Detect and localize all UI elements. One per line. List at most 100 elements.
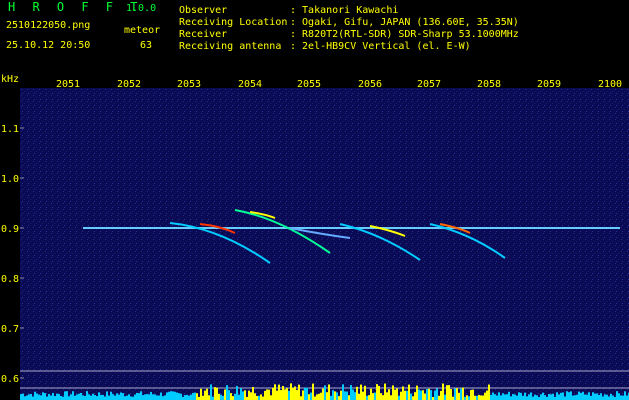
level-bar	[152, 394, 154, 400]
level-bar	[194, 392, 196, 400]
level-bar	[160, 392, 162, 400]
level-bar	[208, 395, 210, 400]
level-bar	[46, 396, 48, 400]
level-bar	[50, 395, 52, 400]
level-bar	[522, 395, 524, 400]
level-bar	[124, 396, 126, 400]
level-bar	[236, 385, 238, 400]
level-bar	[492, 392, 494, 400]
level-bar	[242, 391, 244, 400]
level-bar	[146, 394, 148, 400]
level-bar	[238, 394, 240, 400]
level-bar	[34, 391, 36, 400]
level-bar	[206, 388, 208, 400]
level-bar	[590, 395, 592, 400]
event-count: 63	[140, 40, 153, 51]
level-bar	[578, 391, 580, 400]
level-bar	[228, 390, 230, 400]
level-bar	[316, 394, 318, 400]
level-bar	[556, 392, 558, 400]
level-bar	[400, 391, 402, 400]
level-bar	[318, 393, 320, 400]
info-label-receiver: Receiver	[179, 29, 228, 40]
level-bar	[362, 391, 364, 400]
level-bar	[466, 395, 468, 400]
level-bar	[472, 389, 474, 400]
level-bar	[558, 394, 560, 400]
level-bar	[292, 387, 294, 400]
spectrogram-background	[20, 88, 629, 400]
level-bar	[136, 392, 138, 400]
spectrogram	[20, 88, 629, 400]
level-bar	[440, 390, 442, 400]
level-bar	[108, 395, 110, 400]
y-tick-label: 0.9	[1, 224, 20, 235]
level-bar	[398, 395, 400, 400]
level-bar	[118, 394, 120, 400]
level-bar	[422, 390, 424, 400]
level-bar	[22, 393, 24, 400]
y-tick-label: 0.8	[1, 274, 20, 285]
level-bar	[150, 391, 152, 400]
level-bar	[536, 395, 538, 400]
level-bar	[430, 390, 432, 400]
level-bar	[98, 392, 100, 400]
level-bar	[446, 385, 448, 400]
level-bar	[364, 385, 366, 400]
level-bar	[344, 391, 346, 400]
level-bar	[460, 388, 462, 400]
level-bar	[40, 395, 42, 400]
level-bar	[234, 393, 236, 400]
level-bar	[68, 396, 70, 400]
level-bar	[598, 394, 600, 400]
level-bar	[384, 383, 386, 400]
level-bar	[580, 392, 582, 400]
event-type: meteor	[124, 25, 161, 36]
level-bar	[516, 395, 518, 400]
level-bar	[416, 385, 418, 400]
level-bar	[204, 390, 206, 400]
level-bar	[264, 390, 266, 400]
level-bar	[26, 395, 28, 400]
level-bar	[616, 391, 618, 400]
info-value-antenna: : 2el-HB9CV Vertical (el. E-W)	[290, 41, 471, 52]
level-bar	[494, 394, 496, 400]
y-tick-label: 0.6	[1, 374, 20, 385]
level-bar	[276, 390, 278, 400]
level-bar	[326, 392, 328, 400]
level-bar	[584, 394, 586, 400]
level-bar	[130, 396, 132, 400]
level-bar	[184, 395, 186, 400]
level-bar	[450, 389, 452, 400]
level-bar	[610, 393, 612, 400]
level-bar	[588, 392, 590, 400]
level-bar	[484, 392, 486, 400]
level-bar	[28, 394, 30, 400]
level-bar	[106, 391, 108, 400]
level-bar	[78, 393, 80, 400]
level-bar	[186, 394, 188, 400]
info-value-location: : Ogaki, Gifu, JAPAN (136.60E, 35.35N)	[290, 17, 519, 28]
level-bar	[542, 392, 544, 400]
level-bar	[496, 395, 498, 400]
level-bar	[70, 394, 72, 400]
level-bar	[178, 393, 180, 400]
level-bar	[528, 394, 530, 400]
level-bar	[188, 395, 190, 400]
y-axis-unit: kHz	[1, 74, 20, 85]
level-bar	[64, 391, 66, 400]
level-bar	[502, 393, 504, 400]
level-bar	[444, 394, 446, 400]
level-bar	[328, 384, 330, 400]
level-bar	[352, 389, 354, 400]
level-bar	[102, 394, 104, 400]
level-bar	[48, 394, 50, 400]
level-bar	[240, 388, 242, 400]
level-bar	[270, 395, 272, 400]
level-bar	[224, 389, 226, 400]
level-bar	[386, 392, 388, 400]
level-bar	[574, 395, 576, 400]
level-bar	[350, 385, 352, 400]
level-bar	[128, 394, 130, 400]
level-bar	[470, 390, 472, 400]
